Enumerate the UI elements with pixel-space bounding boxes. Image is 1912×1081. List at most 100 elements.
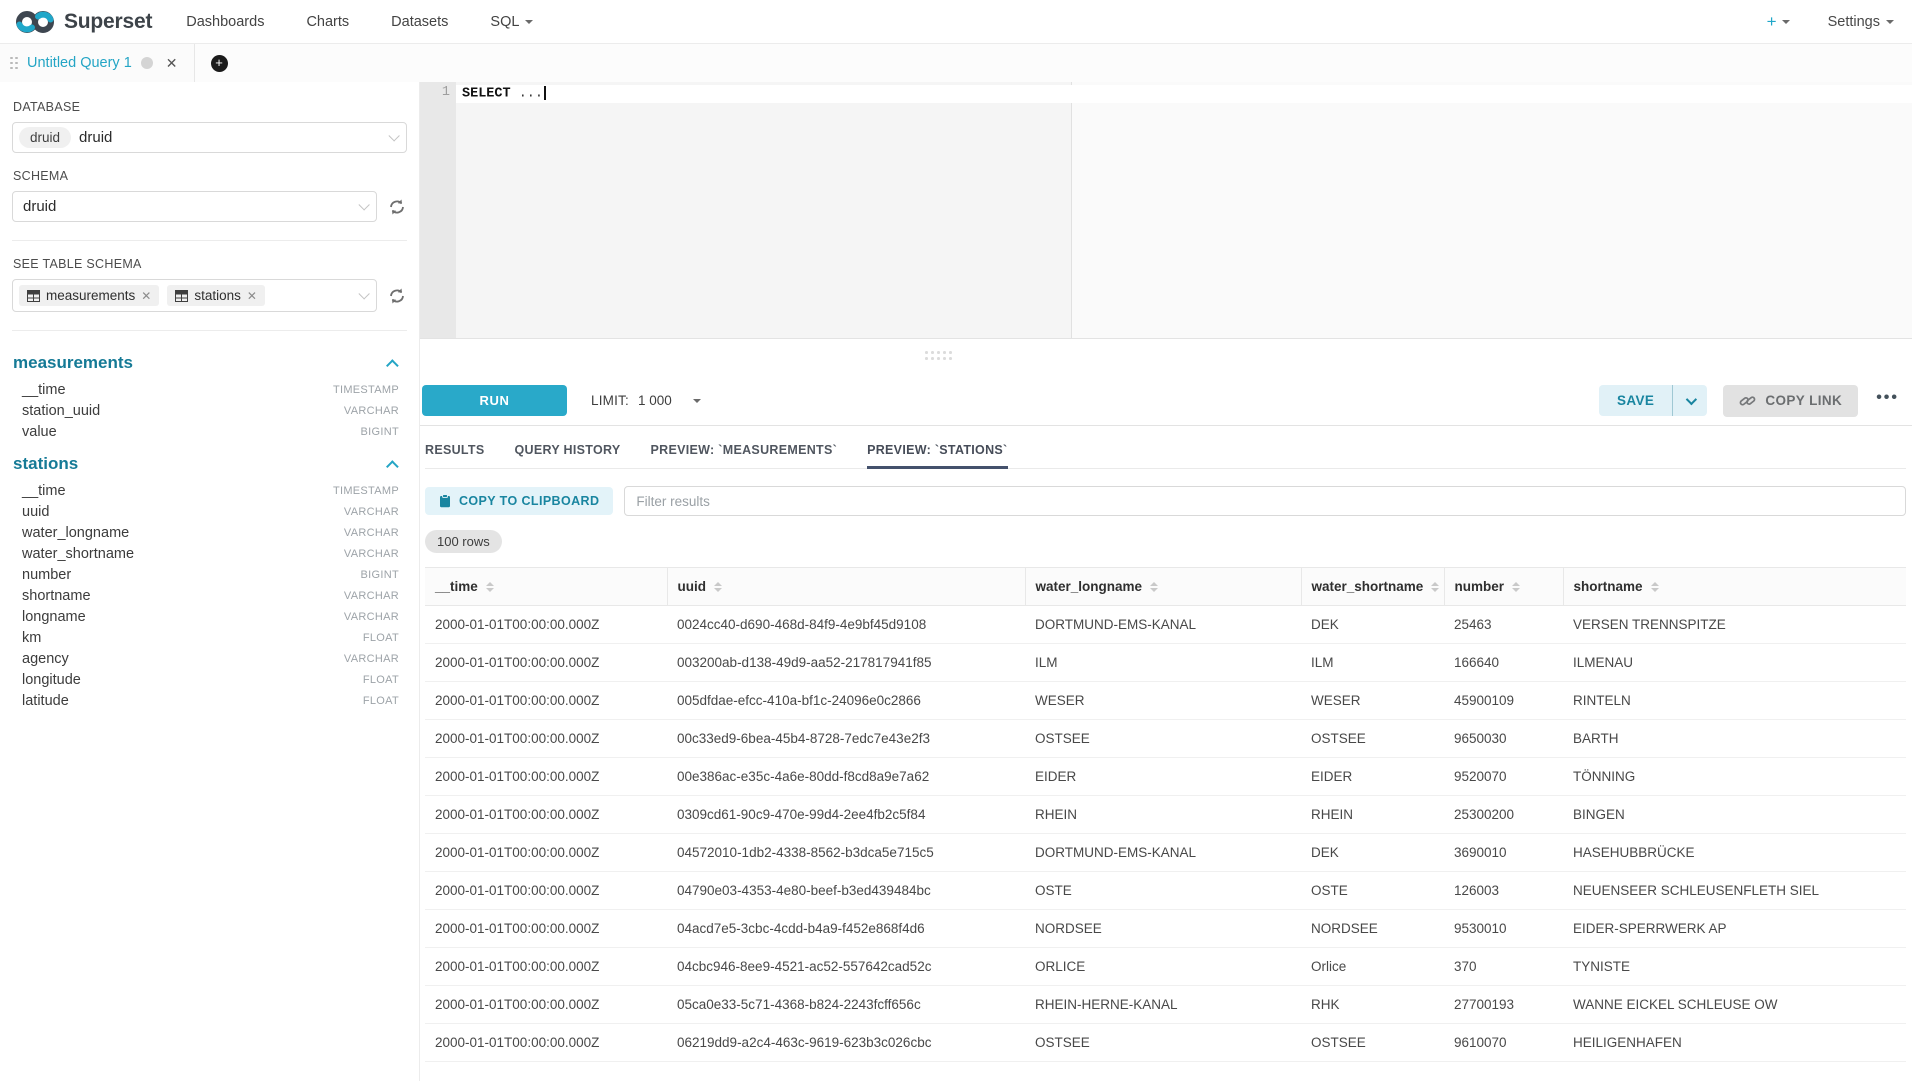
cell-number: 9530010 — [1444, 910, 1563, 948]
column-type: VARCHAR — [344, 405, 399, 417]
column-header-uuid[interactable]: uuid — [667, 568, 1025, 606]
nav-sql-menu[interactable]: SQL — [490, 14, 533, 30]
table-row: 2000-01-01T00:00:00.000Z 00c33ed9-6bea-4… — [425, 720, 1906, 758]
cell-number: 25463 — [1444, 606, 1563, 644]
run-button[interactable]: RUN — [422, 385, 567, 416]
cell-water-shortname: ILM — [1301, 644, 1444, 682]
cell-shortname: RINTELN — [1563, 682, 1906, 720]
save-button[interactable]: SAVE — [1599, 385, 1672, 416]
superset-brand[interactable]: Superset — [14, 8, 152, 36]
refresh-tables-icon[interactable] — [387, 286, 407, 306]
column-type: FLOAT — [363, 632, 399, 644]
column-header-shortname[interactable]: shortname — [1563, 568, 1906, 606]
cell-uuid: 04cbc946-8ee9-4521-ac52-557642cad52c — [667, 948, 1025, 986]
close-tab-icon[interactable]: ✕ — [166, 55, 178, 72]
cell-uuid: 0309cd61-90c9-470e-99d4-2ee4fb2c5f84 — [667, 796, 1025, 834]
schema-section-measurements: measurements __time TIMESTAMP station_uu… — [12, 347, 407, 442]
table-body: 2000-01-01T00:00:00.000Z 0024cc40-d690-4… — [425, 606, 1906, 1062]
cell-number: 9520070 — [1444, 758, 1563, 796]
drag-handle-icon[interactable] — [10, 57, 18, 70]
cell-shortname: WANNE EICKEL SCHLEUSE OW — [1563, 986, 1906, 1024]
column-type: TIMESTAMP — [333, 485, 399, 497]
line-number: 1 — [420, 85, 450, 100]
table-row: 2000-01-01T00:00:00.000Z 005dfdae-efcc-4… — [425, 682, 1906, 720]
schema-column-row: agency VARCHAR — [12, 648, 407, 669]
divider — [12, 240, 407, 241]
chevron-down-icon — [525, 20, 533, 24]
save-options-button[interactable] — [1672, 385, 1707, 416]
tab-preview-measurements[interactable]: PREVIEW: `MEASUREMENTS` — [651, 443, 838, 468]
tab-query-history[interactable]: QUERY HISTORY — [515, 443, 621, 468]
sort-icon[interactable] — [1512, 582, 1520, 592]
new-item-button[interactable]: + — [1767, 12, 1790, 32]
cell-time: 2000-01-01T00:00:00.000Z — [425, 948, 667, 986]
editor-shade — [456, 82, 1071, 338]
table-row: 2000-01-01T00:00:00.000Z 003200ab-d138-4… — [425, 644, 1906, 682]
column-name: km — [22, 630, 41, 646]
cell-water-longname: DORTMUND-EMS-KANAL — [1025, 606, 1301, 644]
remove-table-icon[interactable]: ✕ — [141, 289, 151, 303]
schema-column-row: longitude FLOAT — [12, 669, 407, 690]
collapse-icon[interactable] — [386, 359, 399, 372]
table-name-measurements[interactable]: measurements — [13, 353, 133, 373]
schema-column-row: number BIGINT — [12, 564, 407, 585]
copy-link-button[interactable]: COPY LINK — [1723, 385, 1858, 417]
chevron-down-icon — [1686, 393, 1697, 404]
column-header-number[interactable]: number — [1444, 568, 1563, 606]
remove-table-icon[interactable]: ✕ — [247, 289, 257, 303]
table-name-stations[interactable]: stations — [13, 454, 78, 474]
column-type: VARCHAR — [344, 611, 399, 623]
cell-time: 2000-01-01T00:00:00.000Z — [425, 644, 667, 682]
sql-code-line[interactable]: SELECT ... — [456, 85, 1912, 103]
cell-water-shortname: RHEIN — [1301, 796, 1444, 834]
column-name: __time — [22, 483, 66, 499]
column-header-time[interactable]: __time — [425, 568, 667, 606]
schema-column-row: value BIGINT — [12, 421, 407, 442]
cell-number: 126003 — [1444, 872, 1563, 910]
column-header-water-longname[interactable]: water_longname — [1025, 568, 1301, 606]
column-name: water_shortname — [22, 546, 134, 562]
limit-dropdown[interactable]: LIMIT: 1 000 — [591, 393, 701, 408]
text-cursor — [544, 86, 546, 100]
sql-editor[interactable]: 1 SELECT ... — [420, 82, 1912, 339]
cell-shortname: NEUENSEER SCHLEUSENFLETH SIEL — [1563, 872, 1906, 910]
sort-icon[interactable] — [486, 582, 494, 592]
cell-shortname: BARTH — [1563, 720, 1906, 758]
stations-columns: __time TIMESTAMP uuid VARCHAR water_long… — [12, 480, 407, 711]
cell-water-longname: NORDSEE — [1025, 910, 1301, 948]
table-chip-measurements[interactable]: measurements ✕ — [19, 285, 159, 306]
schema-column-row: longname VARCHAR — [12, 606, 407, 627]
sort-icon[interactable] — [1150, 582, 1158, 592]
cell-water-shortname: Orlice — [1301, 948, 1444, 986]
cell-uuid: 00c33ed9-6bea-45b4-8728-7edc7e43e2f3 — [667, 720, 1025, 758]
pane-resizer[interactable] — [420, 339, 1912, 376]
query-tab[interactable]: Untitled Query 1 ✕ — [0, 44, 195, 82]
nav-dashboards[interactable]: Dashboards — [186, 14, 264, 30]
cell-time: 2000-01-01T00:00:00.000Z — [425, 1024, 667, 1062]
query-tab-title: Untitled Query 1 — [27, 55, 132, 71]
add-tab-button[interactable]: + — [211, 55, 228, 72]
refresh-schema-icon[interactable] — [387, 197, 407, 217]
schema-select[interactable]: druid — [12, 191, 377, 222]
column-name: water_longname — [22, 525, 129, 541]
collapse-icon[interactable] — [386, 460, 399, 473]
tab-results[interactable]: RESULTS — [425, 443, 485, 468]
see-table-schema-label: SEE TABLE SCHEMA — [13, 257, 407, 271]
nav-datasets[interactable]: Datasets — [391, 14, 448, 30]
table-chip-stations[interactable]: stations ✕ — [167, 285, 265, 306]
table-schema-select[interactable]: measurements ✕ stations ✕ — [12, 279, 377, 312]
filter-results-input[interactable] — [624, 486, 1906, 516]
settings-menu[interactable]: Settings — [1828, 14, 1894, 30]
sort-icon[interactable] — [1431, 582, 1439, 592]
database-select[interactable]: druid druid — [12, 122, 407, 153]
column-header-water-shortname[interactable]: water_shortname — [1301, 568, 1444, 606]
cell-uuid: 04572010-1db2-4338-8562-b3dca5e715c5 — [667, 834, 1025, 872]
nav-charts[interactable]: Charts — [306, 14, 349, 30]
copy-to-clipboard-button[interactable]: COPY TO CLIPBOARD — [425, 487, 613, 515]
sort-icon[interactable] — [714, 582, 722, 592]
sort-icon[interactable] — [1651, 582, 1659, 592]
more-actions-button[interactable]: ••• — [1874, 389, 1901, 413]
tab-preview-stations[interactable]: PREVIEW: `STATIONS` — [867, 443, 1007, 468]
schema-column-row: uuid VARCHAR — [12, 501, 407, 522]
cell-uuid: 04790e03-4353-4e80-beef-b3ed439484bc — [667, 872, 1025, 910]
